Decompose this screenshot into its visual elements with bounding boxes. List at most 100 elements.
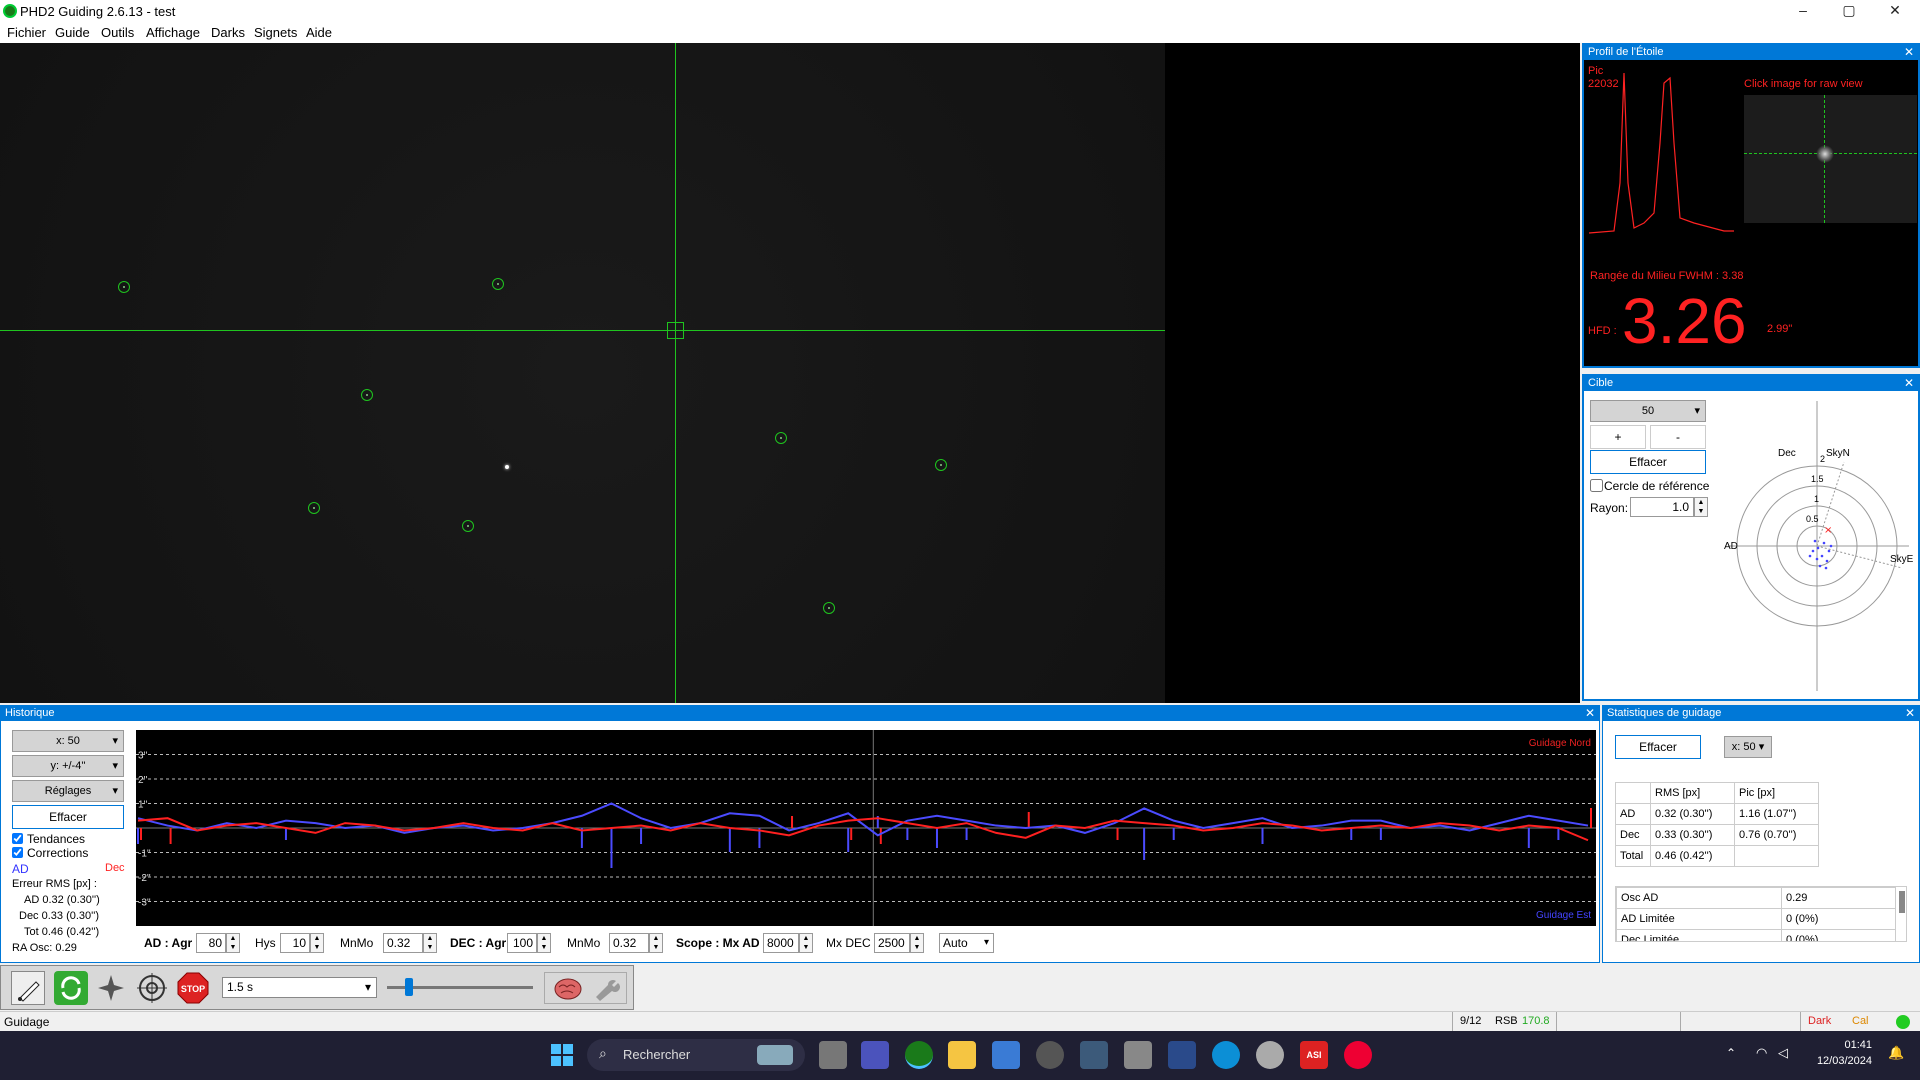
max-ra-duration-stepper[interactable]: ▲ ▼ [799, 933, 813, 953]
camera-view[interactable] [0, 43, 1580, 703]
corrections-checkbox[interactable] [12, 847, 23, 858]
guide-stats-pane[interactable]: Statistiques de guidage ✕ Effacer x: 50 … [1602, 705, 1920, 963]
close-icon[interactable]: ✕ [1904, 45, 1914, 60]
camera-frame[interactable] [0, 43, 1165, 703]
ad-aggressiveness-input[interactable]: 80 [196, 933, 226, 953]
teams-icon[interactable] [861, 1041, 889, 1069]
file-explorer-icon[interactable] [948, 1041, 976, 1069]
auto-select-star-button[interactable] [94, 971, 128, 1005]
history-graph[interactable]: 3'' 2'' 1'' -1'' -2'' -3'' Guidage Nord Guida… [136, 730, 1596, 926]
menu-aide[interactable]: Aide [306, 25, 332, 40]
zoom-dropdown[interactable]: 50 ▾ [1590, 400, 1706, 422]
dec-min-move-input[interactable]: 0.32 [609, 933, 649, 953]
ring-label-1-5: 1.5 [1811, 474, 1824, 484]
menu-outils[interactable]: Outils [101, 25, 134, 40]
hfd-value: 3.26 [1622, 285, 1747, 357]
slider-thumb[interactable] [405, 978, 413, 996]
y-tick-label: 2'' [138, 775, 147, 786]
minimize-button[interactable]: – [1780, 0, 1826, 22]
y-scale-dropdown[interactable]: y: +/-4'' ▾ [12, 755, 124, 777]
clock-time[interactable]: 01:41 [1812, 1039, 1872, 1051]
camera-connect-button[interactable] [11, 971, 45, 1005]
menu-affichage[interactable]: Affichage [146, 25, 200, 40]
dec-min-move-stepper[interactable]: ▲ ▼ [649, 933, 663, 953]
ring-label-0-5: 0.5 [1806, 514, 1819, 524]
close-icon[interactable]: ✕ [1905, 706, 1915, 721]
radius-input[interactable]: 1.0 [1630, 497, 1694, 517]
rms-title: Erreur RMS [px] : [12, 878, 97, 890]
trends-label: Tendances [27, 832, 86, 846]
menu-fichier[interactable]: Fichier [7, 25, 46, 40]
menu-darks[interactable]: Darks [211, 25, 245, 40]
loop-exposure-button[interactable] [54, 971, 88, 1005]
dec-legend[interactable]: Dec [105, 862, 125, 874]
app-icon-6[interactable] [1344, 1041, 1372, 1069]
max-dec-duration-stepper[interactable]: ▲ ▼ [910, 933, 924, 953]
ra-min-move-input[interactable]: 0.32 [383, 933, 423, 953]
y-tick-label: -2'' [138, 873, 151, 884]
app-icon-3[interactable] [1124, 1041, 1152, 1069]
close-icon[interactable]: ✕ [1904, 376, 1914, 391]
chevron-up-icon[interactable]: ⌃ [1726, 1046, 1736, 1060]
edge-icon[interactable] [1212, 1041, 1240, 1069]
app-icon-4[interactable] [1168, 1041, 1196, 1069]
raw-view-hint[interactable]: Click image for raw view [1744, 78, 1863, 90]
x-scale-dropdown[interactable]: x: 50 ▾ [12, 730, 124, 752]
dec-aggressiveness-input[interactable]: 100 [507, 933, 537, 953]
app-icon-5[interactable] [1256, 1041, 1284, 1069]
taskbar: ⌕ Rechercher ASI ⌃ ◠ ◁ 01:41 12/03/2024 … [0, 1031, 1920, 1080]
dec-agr-label: DEC : Agr [450, 936, 507, 950]
ad-aggressiveness-stepper[interactable]: ▲ ▼ [226, 933, 240, 953]
windows-start-icon[interactable] [551, 1044, 573, 1066]
clear-history-button[interactable]: Effacer [12, 805, 124, 829]
max-ra-duration-input[interactable]: 8000 [763, 933, 799, 953]
notification-icon[interactable]: 🔔 [1888, 1045, 1904, 1061]
snr-label: RSB [1495, 1015, 1518, 1027]
dec-mode-dropdown[interactable]: Auto ▾ [939, 933, 994, 953]
stats-x-dropdown[interactable]: x: 50 ▾ [1724, 736, 1772, 758]
app-icon-2[interactable] [1080, 1041, 1108, 1069]
app-icon-1[interactable] [1036, 1041, 1064, 1069]
close-button[interactable]: ✕ [1872, 0, 1918, 22]
clock-date[interactable]: 12/03/2024 [1812, 1055, 1872, 1067]
trends-checkbox[interactable] [12, 833, 23, 844]
star-thumbnail[interactable] [1744, 95, 1917, 223]
menu-signets[interactable]: Signets [254, 25, 297, 40]
asi-icon[interactable]: ASI [1300, 1041, 1328, 1069]
gamma-slider[interactable] [385, 974, 535, 1000]
hysteresis-stepper[interactable]: ▲ ▼ [310, 933, 324, 953]
reference-circle-checkbox[interactable] [1590, 479, 1603, 492]
settings-dropdown[interactable]: Réglages ▾ [12, 780, 124, 802]
exposure-dropdown[interactable]: 1.5 s ▾ [222, 977, 377, 998]
scrollbar[interactable] [1899, 891, 1905, 913]
history-pane[interactable]: Historique ✕ x: 50 ▾ y: +/-4'' ▾ Réglages ▾… [0, 705, 1600, 963]
menu-guide[interactable]: Guide [55, 25, 90, 40]
volume-icon[interactable]: ◁ [1778, 1045, 1788, 1061]
phd2-icon[interactable] [905, 1041, 933, 1069]
stats-table-2[interactable]: Osc AD 0.29 AD Limitée 0 (0%) Dec Limitée 0… [1615, 886, 1907, 942]
clear-stats-button[interactable]: Effacer [1615, 735, 1701, 759]
radius-stepper[interactable]: ▲ ▼ [1694, 497, 1708, 517]
zoom-in-button[interactable]: + [1590, 425, 1646, 449]
zoom-out-button[interactable]: - [1650, 425, 1706, 449]
y-tick-label: -1'' [138, 849, 151, 860]
max-dec-duration-input[interactable]: 2500 [874, 933, 910, 953]
close-icon[interactable]: ✕ [1585, 706, 1595, 721]
task-view-icon[interactable] [819, 1041, 847, 1069]
ad-legend[interactable]: AD [12, 862, 29, 876]
stop-button[interactable]: STOP [176, 971, 210, 1005]
brain-icon[interactable] [553, 975, 583, 1003]
taskbar-search[interactable]: ⌕ Rechercher [587, 1039, 805, 1071]
wifi-icon[interactable]: ◠ [1756, 1045, 1767, 1061]
target-pane[interactable]: Cible ✕ 50 ▾ + - Effacer Cercle de référ… [1582, 374, 1920, 701]
clear-target-button[interactable]: Effacer [1590, 450, 1706, 474]
ra-min-move-stepper[interactable]: ▲ ▼ [423, 933, 437, 953]
guide-button[interactable] [135, 971, 169, 1005]
maximize-button[interactable]: ▢ [1826, 0, 1872, 22]
hysteresis-input[interactable]: 10 [280, 933, 310, 953]
star-profile-pane[interactable]: Profil de l'Étoile ✕ Pic 22032 Click ima… [1582, 43, 1920, 368]
store-icon[interactable] [992, 1041, 1020, 1069]
wrench-icon[interactable] [592, 977, 620, 1001]
chevron-down-icon: ▾ [112, 760, 118, 772]
dec-aggressiveness-stepper[interactable]: ▲ ▼ [537, 933, 551, 953]
